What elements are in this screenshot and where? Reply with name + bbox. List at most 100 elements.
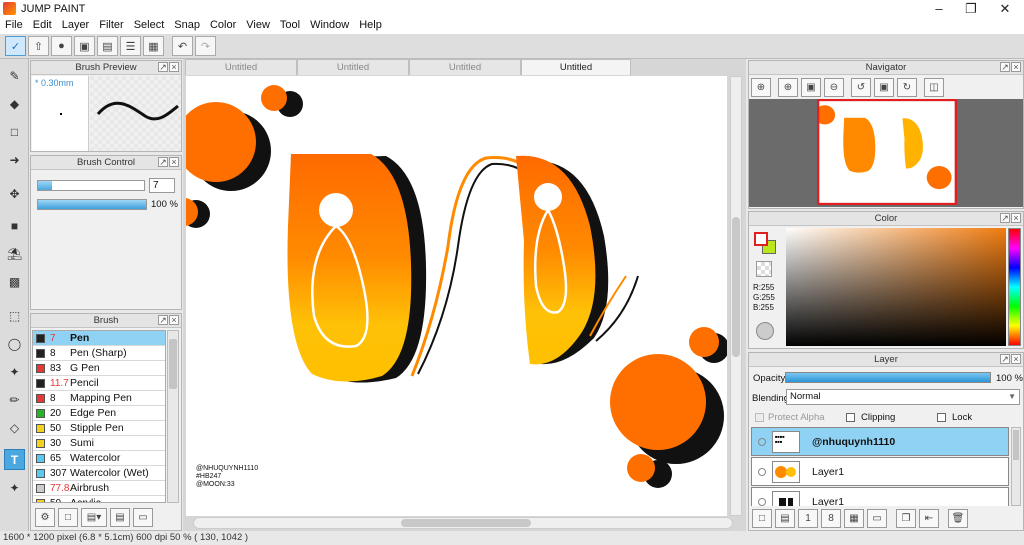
tab-untitled-3[interactable]: Untitled (409, 59, 521, 75)
brush-menu-icon[interactable]: ▤▾ (81, 508, 107, 527)
speech-bubble-icon[interactable]: ▣ (74, 36, 95, 56)
checklist-icon[interactable]: ☰ (120, 36, 141, 56)
lasso-tool-icon[interactable]: ◯ (4, 333, 25, 354)
delete-layer-icon[interactable]: 🗑 (948, 509, 968, 528)
select-eraser-tool-icon[interactable]: ◇ (4, 417, 25, 438)
new-brush-icon[interactable]: □ (58, 508, 78, 527)
brush-list-item[interactable]: 11.7 Pencil (33, 376, 165, 391)
brush-list-item[interactable]: 83 G Pen (33, 361, 165, 376)
settings-grid-icon[interactable]: ▦ (143, 36, 164, 56)
menu-file[interactable]: File (0, 17, 28, 34)
layer-name[interactable]: @nhuquynh1110 (812, 436, 895, 448)
color-swatches[interactable] (754, 232, 776, 254)
panel-close-icon[interactable]: × (1011, 62, 1021, 72)
brush-size-slider[interactable] (37, 180, 145, 191)
rect-select-tool-icon[interactable]: ⬚ (4, 305, 25, 326)
visibility-icon[interactable] (758, 467, 766, 476)
blending-select[interactable]: Normal ▼ (786, 389, 1020, 405)
popout-icon[interactable]: ↗ (158, 157, 168, 167)
brush-list-scrollbar[interactable] (167, 330, 179, 503)
eraser-tool-icon[interactable]: ◆ (4, 93, 25, 114)
panel-close-icon[interactable]: × (169, 315, 179, 325)
undo-icon[interactable]: ↶ (172, 36, 193, 56)
fill-rect-tool-icon[interactable]: ■ (4, 215, 25, 236)
menu-edit[interactable]: Edit (28, 17, 57, 34)
brush-list-item[interactable]: 7 Pen (33, 331, 165, 346)
rotate-left-icon[interactable]: ↺ (851, 78, 871, 97)
layer-folder-icon[interactable]: ▭ (867, 509, 887, 528)
menu-tool[interactable]: Tool (275, 17, 305, 34)
brush-folder-icon[interactable]: ▭ (133, 508, 153, 527)
popout-icon[interactable]: ↗ (1000, 213, 1010, 223)
menu-window[interactable]: Window (305, 17, 354, 34)
visibility-icon[interactable] (758, 497, 766, 506)
color-saturation-field[interactable] (786, 228, 1006, 346)
move-tool-icon[interactable]: ✥ (4, 183, 25, 204)
layer-tone-icon[interactable]: ▦ (844, 509, 864, 528)
brush-list-item[interactable]: 50 Acrylic (33, 496, 165, 502)
comment-icon[interactable]: ● (51, 36, 72, 56)
redo-icon[interactable]: ↷ (195, 36, 216, 56)
layer-row[interactable]: Layer1 (751, 457, 1009, 486)
clipping-checkbox[interactable]: Clipping (846, 412, 895, 423)
layer-8bit-icon[interactable]: 8 (821, 509, 841, 528)
color-wheel-icon[interactable] (756, 322, 774, 340)
rotate-right-icon[interactable]: ↻ (897, 78, 917, 97)
tab-untitled-2[interactable]: Untitled (297, 59, 409, 75)
drawing-canvas[interactable]: @NHUQUYNH1110 #HB247 @MOON:33 (186, 76, 727, 516)
menu-help[interactable]: Help (354, 17, 387, 34)
brush-settings-icon[interactable]: ⚙ (35, 508, 55, 527)
menu-select[interactable]: Select (129, 17, 170, 34)
transparent-swatch[interactable] (756, 261, 772, 277)
pen-tool-icon[interactable]: ✎ (4, 65, 25, 86)
panel-close-icon[interactable]: × (169, 62, 179, 72)
brush-opacity-slider[interactable] (37, 199, 147, 210)
canvas-horizontal-scrollbar[interactable] (193, 517, 733, 529)
brush-size-input[interactable]: 7 (149, 178, 175, 193)
merge-layer-icon[interactable]: ⇤ (919, 509, 939, 528)
brush-copy-icon[interactable]: ▤ (110, 508, 130, 527)
panel-close-icon[interactable]: × (1011, 213, 1021, 223)
layer-row[interactable]: Layer1 (751, 487, 1009, 506)
brush-list-item[interactable]: 65 Watercolor (33, 451, 165, 466)
brush-list-item[interactable]: 8 Pen (Sharp) (33, 346, 165, 361)
brush-list-item[interactable]: 77.8 Airbrush (33, 481, 165, 496)
popout-icon[interactable]: ↗ (158, 315, 168, 325)
text-tool-icon[interactable]: T (4, 449, 25, 470)
hue-slider[interactable] (1008, 228, 1021, 346)
bucket-tool-icon[interactable]: ⛱ (4, 243, 25, 264)
new-layer-from-icon[interactable]: ▤ (775, 509, 795, 528)
line-tool-icon[interactable]: ➜ (4, 149, 25, 170)
menu-view[interactable]: View (241, 17, 275, 34)
tab-untitled-4[interactable]: Untitled (521, 59, 631, 75)
select-pen-tool-icon[interactable]: ✏ (4, 389, 25, 410)
magic-wand-tool-icon[interactable]: ✦ (4, 361, 25, 382)
flip-icon[interactable]: ◫ (924, 78, 944, 97)
new-layer-icon[interactable]: □ (752, 509, 772, 528)
reset-rotation-icon[interactable]: ▣ (874, 78, 894, 97)
maximize-button[interactable]: ❐ (954, 0, 988, 17)
zoom-fit-icon[interactable]: ⊕ (751, 78, 771, 97)
gradient-tool-icon[interactable]: ▩ (4, 271, 25, 292)
layer-1bit-icon[interactable]: 1 (798, 509, 818, 528)
minimize-button[interactable]: – (922, 0, 956, 17)
canvas-vertical-scrollbar[interactable] (730, 76, 742, 516)
popout-icon[interactable]: ↗ (1000, 354, 1010, 364)
protect-alpha-checkbox[interactable]: Protect Alpha (755, 412, 825, 423)
document-icon[interactable]: ▤ (97, 36, 118, 56)
rectangle-tool-icon[interactable]: □ (4, 121, 25, 142)
brush-list-item[interactable]: 20 Edge Pen (33, 406, 165, 421)
fit-window-icon[interactable]: ▣ (801, 78, 821, 97)
menu-filter[interactable]: Filter (94, 17, 128, 34)
tab-untitled-1[interactable]: Untitled (185, 59, 297, 75)
menu-color[interactable]: Color (205, 17, 241, 34)
lock-checkbox[interactable]: Lock (937, 412, 972, 423)
visibility-icon[interactable] (758, 437, 766, 446)
brush-list-item[interactable]: 30 Sumi (33, 436, 165, 451)
layer-row[interactable]: ■■■■ ■■■ @nhuquynh1110 (751, 427, 1009, 456)
brush-list-item[interactable]: 8 Mapping Pen (33, 391, 165, 406)
layer-list-scrollbar[interactable] (1011, 427, 1021, 506)
panel-close-icon[interactable]: × (169, 157, 179, 167)
panel-close-icon[interactable]: × (1011, 354, 1021, 364)
menu-snap[interactable]: Snap (169, 17, 205, 34)
